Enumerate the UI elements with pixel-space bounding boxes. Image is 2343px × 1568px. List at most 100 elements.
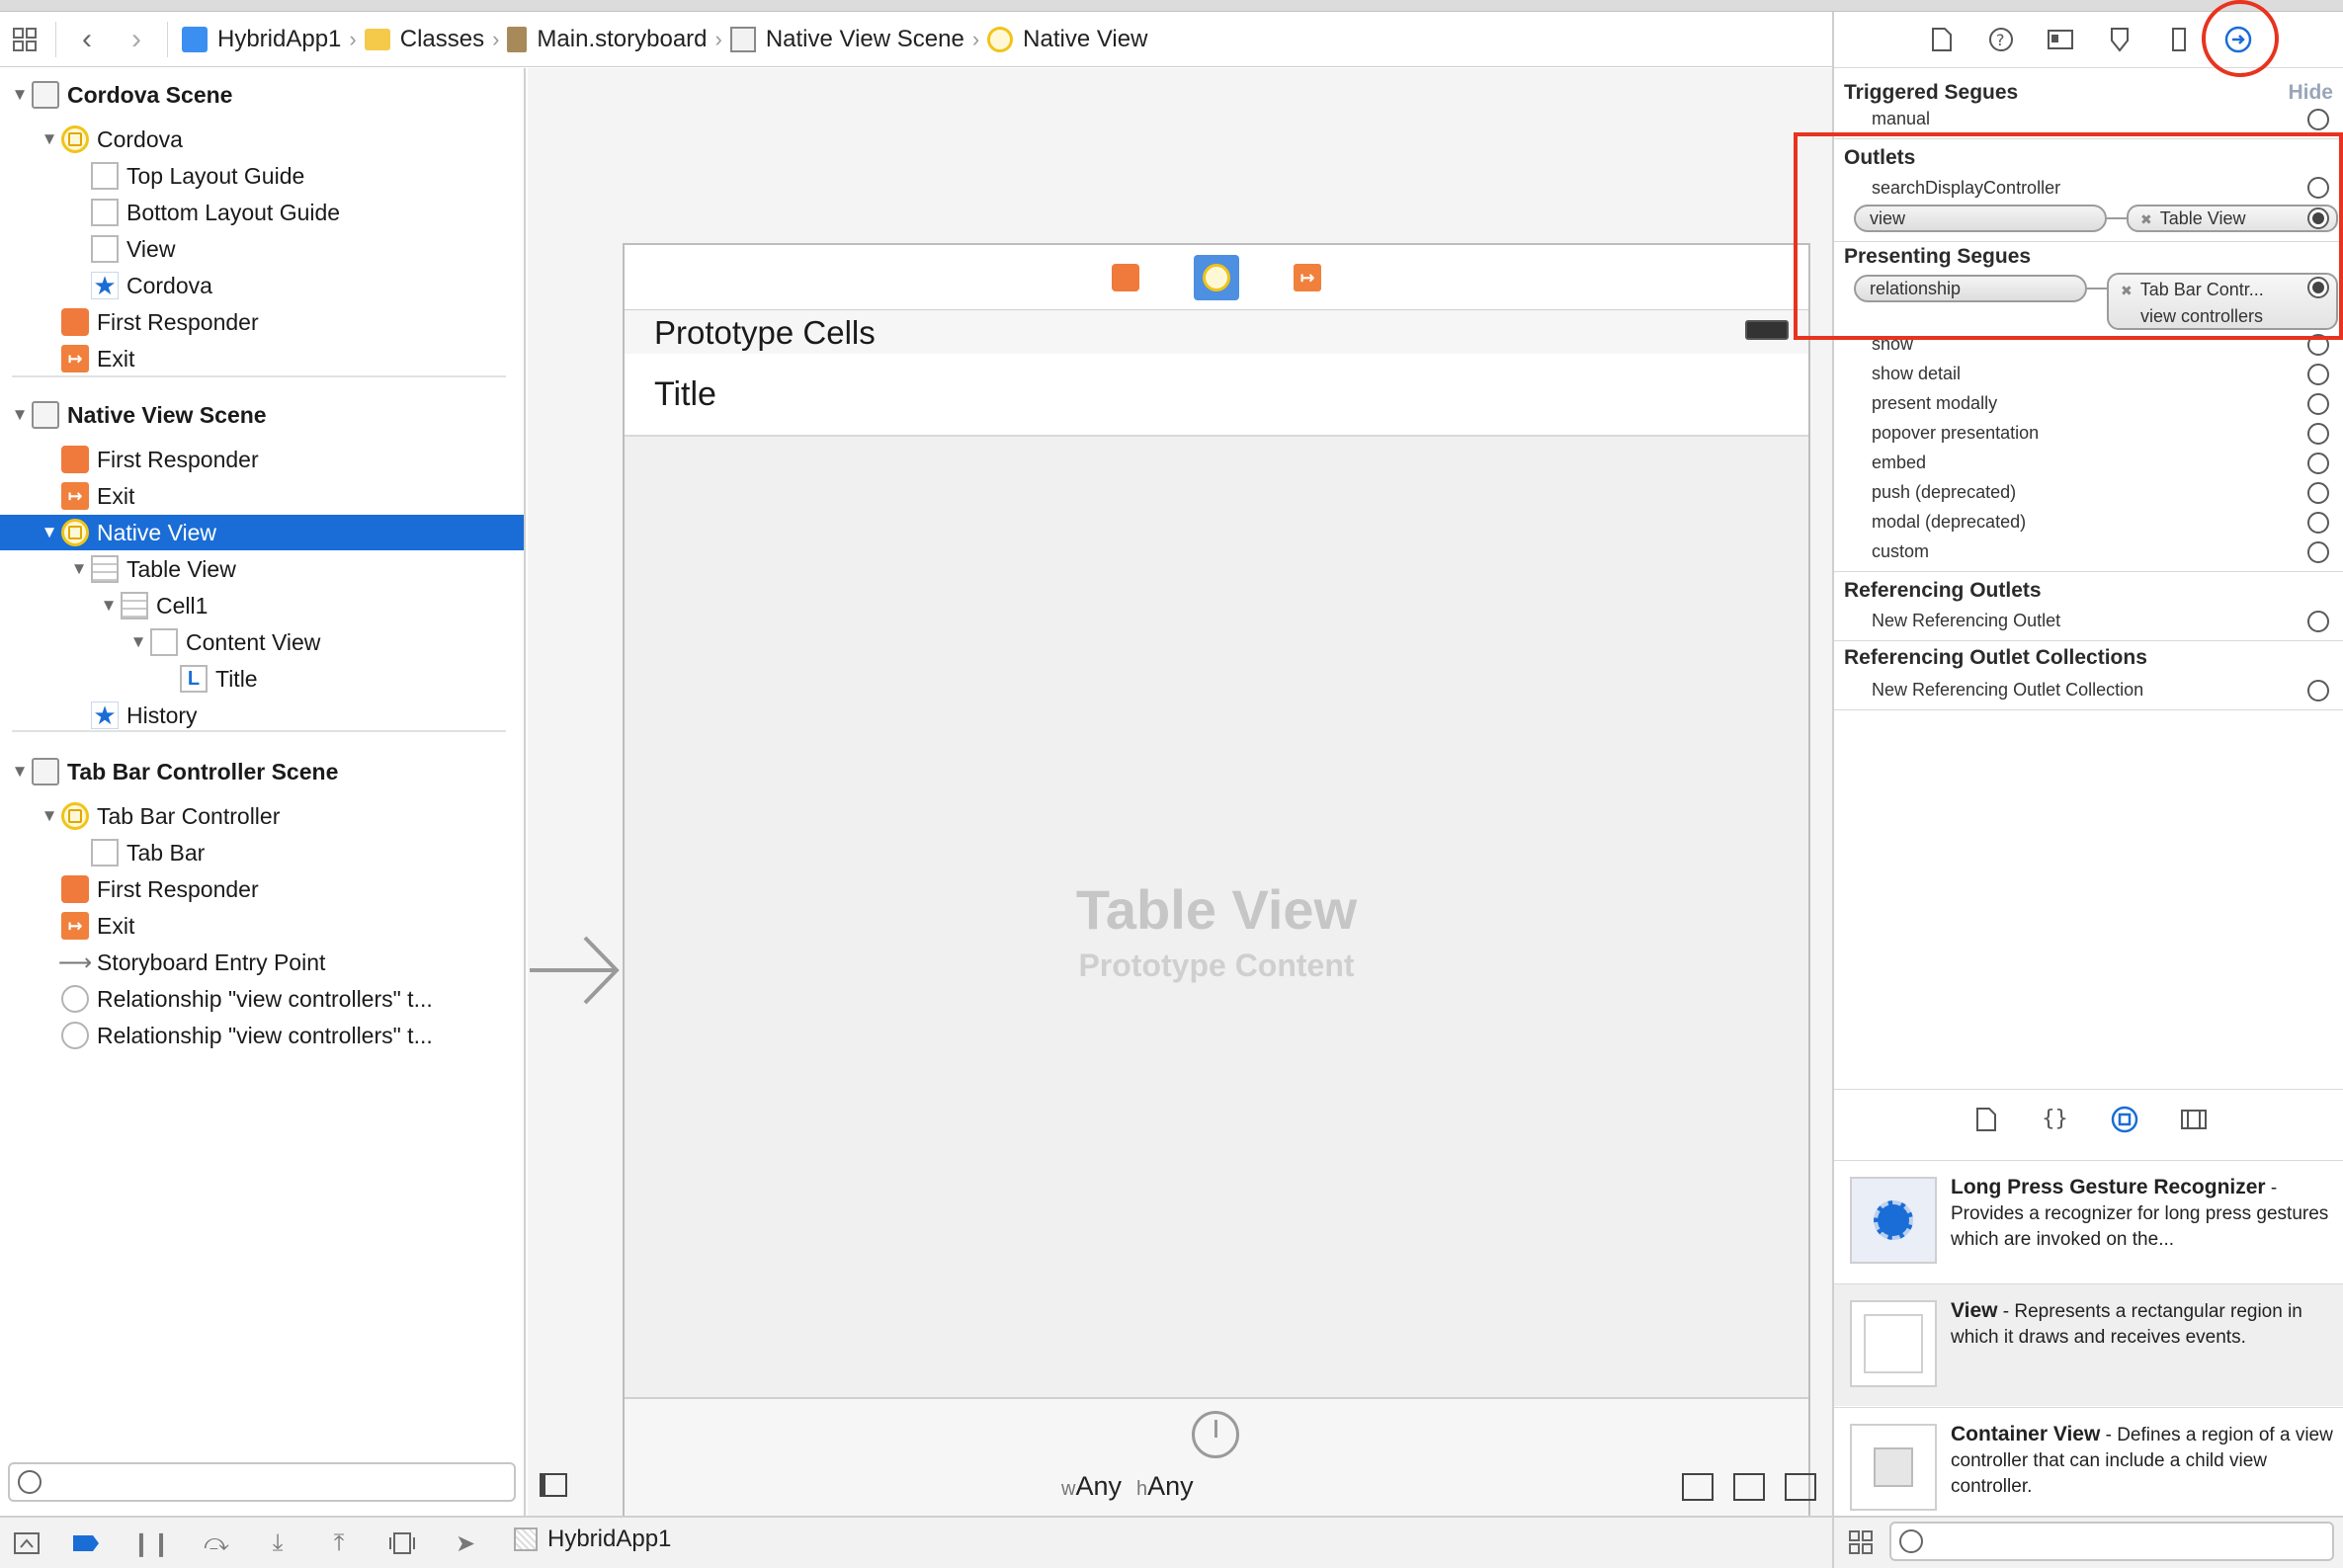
outline-item[interactable]: ▼ Cell1	[0, 588, 524, 623]
code-snippet-library-icon[interactable]: {}	[2041, 1105, 2070, 1134]
long-press-gesture-icon	[1850, 1177, 1937, 1264]
outline-item[interactable]: ▼ Content View	[0, 624, 524, 660]
outline-item[interactable]: ▼ Tab Bar Controller Scene	[0, 754, 524, 789]
outline-item-label: View	[126, 235, 176, 262]
media-library-icon[interactable]	[2179, 1105, 2209, 1134]
step-over-icon[interactable]: ⤼	[202, 1529, 231, 1557]
storyboard-canvas[interactable]: ↦ Prototype Cells Title Table View Proto…	[528, 68, 1832, 1529]
breadcrumb-project[interactable]: HybridApp1 ›	[174, 12, 357, 67]
manual-connection-circle[interactable]	[2307, 109, 2329, 130]
disclosure-triangle-icon[interactable]: ▼	[67, 559, 91, 579]
library-item-long-press[interactable]: Long Press Gesture Recognizer - Provides…	[1834, 1160, 2343, 1282]
pin-icon[interactable]	[1733, 1473, 1765, 1501]
outline-item-label: Storyboard Entry Point	[97, 949, 326, 975]
library-item-container-view[interactable]: Container View - Defines a region of a v…	[1834, 1407, 2343, 1516]
pause-icon[interactable]: ❙❙	[131, 1529, 171, 1557]
outline-item[interactable]: ▼ Native View	[0, 515, 524, 550]
size-inspector-icon[interactable]	[2164, 25, 2194, 54]
simulate-location-icon[interactable]: ➤	[451, 1529, 480, 1557]
outline-item[interactable]: ↦ Exit	[0, 478, 524, 514]
section-divider	[1834, 709, 2343, 710]
disclosure-triangle-icon[interactable]: ▼	[8, 405, 32, 425]
outline-item[interactable]: Relationship "view controllers" t...	[0, 981, 524, 1017]
breadcrumb-view-controller[interactable]: Native View	[979, 12, 1147, 67]
library-grid-view-icon[interactable]	[1848, 1529, 1874, 1555]
outline-item[interactable]: ▼ Table View	[0, 551, 524, 587]
cell-title-label[interactable]: Title	[654, 375, 716, 414]
hide-link[interactable]: Hide	[2288, 81, 2333, 105]
entry-point-arrow-icon[interactable]	[528, 928, 622, 1013]
referencing-outlets-header: Referencing Outlets	[1844, 579, 2042, 602]
exit-icon[interactable]: ↦	[1285, 255, 1330, 300]
breadcrumb-folder[interactable]: Classes ›	[357, 12, 499, 67]
segue-connection-circle[interactable]	[2307, 512, 2329, 534]
disclosure-triangle-icon[interactable]: ▼	[38, 129, 61, 149]
back-chevron-icon[interactable]: ‹	[62, 12, 112, 67]
align-icon[interactable]	[1682, 1473, 1714, 1501]
scheme-label: HybridApp1	[547, 1526, 672, 1552]
outline-item[interactable]: ▼ Cordova	[0, 122, 524, 157]
outline-item[interactable]: ▼ Native View Scene	[0, 397, 524, 433]
segue-type-label: push (deprecated)	[1872, 482, 2017, 502]
segue-connection-circle[interactable]	[2307, 482, 2329, 504]
debug-scheme-selector[interactable]: HybridApp1	[514, 1526, 671, 1553]
disclosure-triangle-icon[interactable]: ▼	[126, 632, 150, 652]
outline-filter-input[interactable]	[8, 1462, 516, 1502]
segue-connection-circle[interactable]	[2307, 453, 2329, 474]
file-inspector-icon[interactable]	[1927, 25, 1957, 54]
file-template-library-icon[interactable]	[1971, 1105, 2001, 1134]
prototype-cell[interactable]: Title	[625, 354, 1808, 437]
native-view-scene[interactable]: ↦ Prototype Cells Title Table View Proto…	[623, 243, 1810, 1529]
step-into-icon[interactable]: ⤓	[263, 1529, 293, 1557]
attributes-inspector-icon[interactable]	[2105, 25, 2134, 54]
size-class-toggle[interactable]: wAny hAny	[1061, 1471, 1194, 1502]
segue-connection-circle[interactable]	[2307, 423, 2329, 445]
first-responder-cube-icon[interactable]	[1103, 255, 1148, 300]
forward-chevron-icon[interactable]: ›	[112, 12, 161, 67]
outline-item[interactable]: First Responder	[0, 871, 524, 907]
disclosure-triangle-icon[interactable]: ▼	[97, 596, 121, 616]
disclosure-triangle-icon[interactable]: ▼	[8, 85, 32, 105]
disclosure-triangle-icon[interactable]: ▼	[38, 806, 61, 826]
outline-item[interactable]: ▼ Cordova Scene	[0, 77, 524, 113]
toggle-outline-icon[interactable]	[540, 1473, 567, 1497]
outline-item-label: Content View	[186, 628, 321, 655]
quick-help-icon[interactable]: ?	[1986, 25, 2016, 54]
new-referencing-collection-circle[interactable]	[2307, 680, 2329, 701]
outline-item[interactable]: Top Layout Guide	[0, 158, 524, 194]
outline-item[interactable]: L Title	[0, 661, 524, 697]
window-title-strip	[0, 0, 2343, 12]
outline-item[interactable]: ↦ Exit	[0, 341, 524, 376]
breadcrumb-scene[interactable]: Native View Scene ›	[722, 12, 979, 67]
step-out-icon[interactable]: ⤒	[324, 1529, 354, 1557]
outline-item[interactable]: ⟶ Storyboard Entry Point	[0, 945, 524, 980]
segue-connection-circle[interactable]	[2307, 364, 2329, 385]
outline-item[interactable]: ★ Cordova	[0, 268, 524, 303]
hide-debug-area-icon[interactable]	[12, 1529, 42, 1557]
outline-item[interactable]: ▼ Tab Bar Controller	[0, 798, 524, 834]
library-item-view[interactable]: View - Represents a rectangular region i…	[1834, 1283, 2343, 1406]
outline-item-label: Exit	[97, 482, 135, 509]
outline-item[interactable]: Tab Bar	[0, 835, 524, 870]
outline-item[interactable]: Bottom Layout Guide	[0, 195, 524, 230]
outline-item[interactable]: View	[0, 231, 524, 267]
object-library-icon[interactable]	[2110, 1105, 2139, 1134]
segue-connection-circle[interactable]	[2307, 541, 2329, 563]
view-debugger-icon[interactable]	[387, 1529, 417, 1557]
outline-item[interactable]: First Responder	[0, 304, 524, 340]
disclosure-triangle-icon[interactable]: ▼	[38, 523, 61, 542]
disclosure-triangle-icon[interactable]: ▼	[8, 762, 32, 782]
related-items-icon[interactable]	[0, 12, 49, 67]
breakpoints-toggle-icon[interactable]	[71, 1529, 101, 1557]
outline-item[interactable]: First Responder	[0, 442, 524, 477]
breadcrumb-storyboard[interactable]: Main.storyboard ›	[499, 12, 722, 67]
library-filter-input[interactable]	[1889, 1522, 2334, 1561]
resolve-layout-icon[interactable]	[1785, 1473, 1816, 1501]
outline-item[interactable]: ★ History	[0, 698, 524, 733]
identity-inspector-icon[interactable]	[2046, 25, 2075, 54]
view-controller-icon[interactable]	[1194, 254, 1239, 300]
new-referencing-outlet-circle[interactable]	[2307, 611, 2329, 632]
segue-connection-circle[interactable]	[2307, 393, 2329, 415]
outline-item[interactable]: ↦ Exit	[0, 908, 524, 944]
outline-item[interactable]: Relationship "view controllers" t...	[0, 1018, 524, 1053]
